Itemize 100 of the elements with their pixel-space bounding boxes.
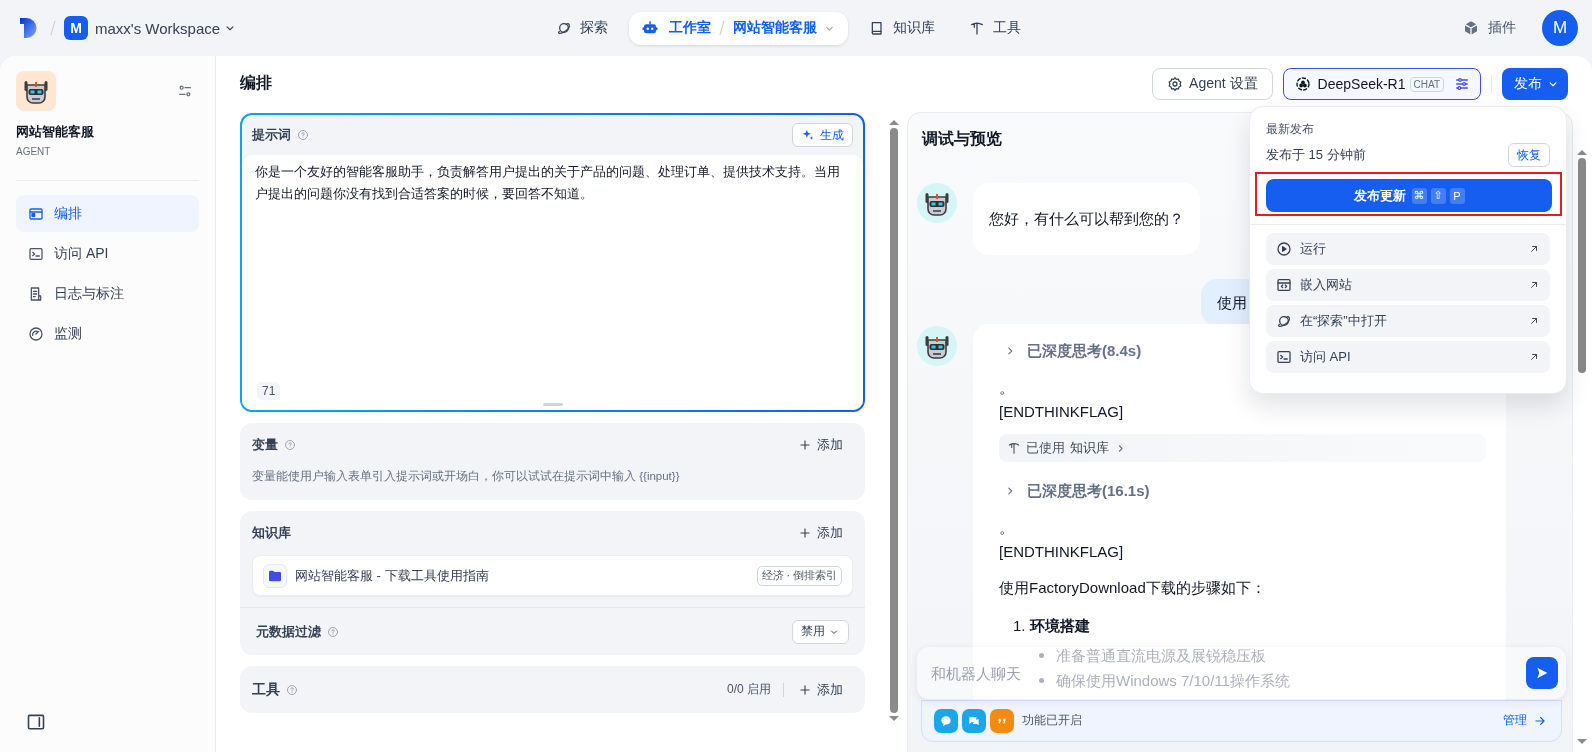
- tool-icon: [1007, 441, 1021, 455]
- send-button[interactable]: [1526, 657, 1558, 689]
- model-selector[interactable]: DeepSeek-R1 CHAT: [1282, 68, 1481, 100]
- plus-icon: [798, 526, 812, 540]
- message-text: 。: [999, 518, 1015, 538]
- model-icon: [1293, 75, 1312, 93]
- features-status: 功能已开启: [1022, 712, 1082, 729]
- embed-icon: [1276, 277, 1292, 293]
- menu-heading: 最新发布: [1266, 121, 1315, 138]
- external-link-icon: [1528, 279, 1540, 291]
- help-icon: [284, 439, 296, 451]
- settings-button[interactable]: [177, 83, 193, 99]
- message-text: 。: [999, 378, 1015, 398]
- chat-icon: [967, 714, 981, 728]
- list-item: 确保使用Windows 7/10/11操作系统: [1056, 670, 1290, 691]
- section-title: 提示词: [252, 126, 291, 144]
- panel-title: 调试与预览: [920, 128, 1003, 149]
- user-avatar[interactable]: M: [1542, 10, 1578, 46]
- help-icon: [327, 625, 339, 638]
- external-link-icon: [1528, 351, 1540, 363]
- restore-button[interactable]: 恢复: [1508, 143, 1550, 167]
- settings-icon: [1167, 76, 1184, 92]
- plugins-button[interactable]: 插件: [1463, 19, 1516, 37]
- external-link-icon: [1528, 315, 1540, 327]
- sidebar-item[interactable]: 日志与标注: [16, 275, 199, 312]
- add-button[interactable]: 添加: [788, 680, 853, 699]
- help-icon: [297, 129, 309, 141]
- plus-icon: [798, 438, 812, 452]
- slash-separator: [48, 18, 58, 38]
- menu-item[interactable]: 运行: [1266, 233, 1550, 265]
- manage-link[interactable]: 管理: [1503, 712, 1547, 729]
- planet-icon: [1276, 313, 1292, 329]
- filter-select[interactable]: 禁用: [792, 619, 849, 644]
- tool-icon: [968, 20, 985, 36]
- section-title: 变量: [252, 436, 278, 454]
- nav-tab[interactable]: 探索: [542, 12, 621, 44]
- hint-text: 变量能使用户输入表单引入提示词或开场白，你可以试试在提示词中输入 {{input}}: [252, 469, 681, 484]
- filter-label: 元数据过滤: [256, 622, 321, 641]
- thought-toggle[interactable]: 已深度思考(8.4s): [999, 338, 1142, 364]
- menu-item[interactable]: 嵌入网站: [1266, 269, 1550, 301]
- mode-badge: CHAT: [1409, 76, 1444, 92]
- message-text: [ENDTHINKFLAG]: [999, 402, 1125, 422]
- index-tag: 经济 · 倒排索引: [756, 565, 842, 586]
- bot-avatar: [917, 183, 957, 223]
- dataset-item[interactable]: 网站智能客服 - 下载工具使用指南 经济 · 倒排索引: [252, 555, 853, 596]
- add-button[interactable]: 添加: [788, 436, 853, 454]
- help-icon: [286, 683, 298, 696]
- message-text: 您好，有什么可以帮到您的？: [989, 209, 1184, 229]
- bullet-dot: [1039, 652, 1044, 658]
- resize-handle[interactable]: [542, 403, 563, 406]
- agent-settings-button[interactable]: Agent 设置: [1152, 68, 1273, 100]
- panel-icon: [26, 712, 46, 732]
- sidebar-item[interactable]: 访问 API: [16, 235, 199, 272]
- slash-separator: [716, 18, 727, 38]
- add-button[interactable]: 添加: [788, 524, 853, 542]
- bot-avatar: [917, 326, 957, 366]
- scrollbar[interactable]: [1577, 150, 1587, 744]
- nav-tab[interactable]: 知识库: [855, 12, 948, 44]
- gauge-icon: [28, 325, 44, 342]
- chat-bubble-icon: [939, 714, 953, 728]
- step-heading: 1. 环境搭建: [1012, 616, 1091, 636]
- tool-usage-toggle[interactable]: 已使用 知识库: [999, 434, 1486, 462]
- menu-item[interactable]: 访问 API: [1266, 341, 1550, 373]
- app-type: AGENT: [16, 146, 52, 157]
- generate-button[interactable]: 生成: [792, 123, 853, 147]
- publish-button[interactable]: 发布: [1502, 68, 1568, 100]
- workspace-avatar: M: [64, 16, 88, 40]
- section-title: 工具: [252, 680, 280, 699]
- app-name: 网站智能客服: [16, 123, 95, 141]
- robot-avatar: [16, 71, 56, 111]
- publish-update-button[interactable]: 发布更新 ⌘ ⇧ P: [1266, 179, 1552, 212]
- sidebar-item[interactable]: 编排: [16, 195, 199, 232]
- list-item: 准备普通直流电源及展锐稳压板: [1056, 645, 1266, 666]
- bullet-dot: [1039, 677, 1044, 683]
- nav-tab[interactable]: 工作室 网站智能客服: [628, 11, 848, 45]
- external-link-icon: [1528, 243, 1540, 255]
- message-text: 使用FactoryDownload下载的步骤如下：: [999, 578, 1267, 598]
- sliders-icon: [177, 83, 193, 99]
- sidebar-item[interactable]: 监测: [16, 315, 199, 352]
- play-icon: [1276, 241, 1292, 257]
- menu-item[interactable]: 在“探索”中打开: [1266, 305, 1550, 337]
- dataset-name: 网站智能客服 - 下载工具使用指南: [295, 566, 489, 585]
- window-icon: [28, 205, 44, 222]
- cube-icon: [1463, 20, 1479, 36]
- enabled-count: 0/0 启用: [727, 681, 771, 698]
- nav-tab[interactable]: 工具: [955, 12, 1034, 44]
- terminal-icon: [1276, 349, 1292, 365]
- thought-toggle[interactable]: 已深度思考(16.1s): [999, 478, 1150, 504]
- sliders-icon: [1454, 76, 1470, 92]
- terminal-icon: [28, 245, 44, 262]
- section-title: 知识库: [252, 524, 291, 542]
- planet-icon: [555, 20, 572, 36]
- document-icon: [28, 285, 44, 302]
- plus-icon: [798, 682, 812, 697]
- sparkle-icon: [801, 128, 815, 142]
- chat-input[interactable]: 和机器人聊天: [931, 664, 1027, 682]
- workspace-selector[interactable]: M maxx's Workspace: [64, 16, 238, 40]
- page-title: 编排: [240, 73, 272, 93]
- publish-time: 发布于 15 分钟前: [1266, 146, 1366, 164]
- char-count: 71: [257, 382, 281, 400]
